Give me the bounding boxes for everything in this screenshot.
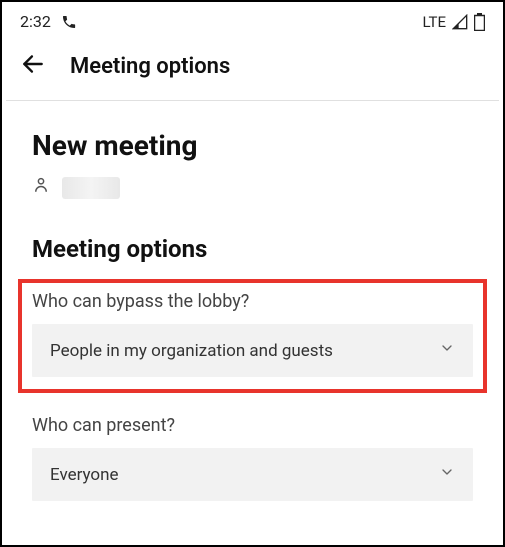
back-button[interactable] bbox=[20, 51, 46, 82]
bypass-lobby-block: Who can bypass the lobby? People in my o… bbox=[18, 279, 487, 393]
present-dropdown[interactable]: Everyone bbox=[32, 448, 473, 501]
call-icon bbox=[61, 14, 77, 30]
content: New meeting Meeting options Who can bypa… bbox=[2, 101, 503, 509]
status-left: 2:32 bbox=[20, 12, 77, 31]
new-meeting-title: New meeting bbox=[32, 129, 473, 162]
bypass-lobby-selected: People in my organization and guests bbox=[50, 341, 333, 361]
status-right: LTE bbox=[422, 13, 485, 31]
organizer-name-placeholder bbox=[62, 177, 120, 199]
bypass-lobby-label: Who can bypass the lobby? bbox=[32, 291, 473, 312]
battery-icon bbox=[474, 13, 485, 31]
network-label: LTE bbox=[422, 13, 446, 31]
chevron-down-icon bbox=[439, 340, 455, 361]
header: Meeting options bbox=[2, 37, 503, 100]
header-title: Meeting options bbox=[70, 54, 230, 79]
person-icon bbox=[32, 176, 50, 199]
present-label: Who can present? bbox=[32, 415, 473, 436]
present-selected: Everyone bbox=[50, 465, 119, 485]
status-bar: 2:32 LTE bbox=[2, 2, 503, 37]
present-block: Who can present? Everyone bbox=[32, 407, 473, 509]
bypass-lobby-dropdown[interactable]: People in my organization and guests bbox=[32, 324, 473, 377]
status-time: 2:32 bbox=[20, 12, 51, 31]
meeting-options-title: Meeting options bbox=[32, 235, 473, 263]
signal-icon bbox=[452, 14, 468, 30]
organizer-row bbox=[32, 176, 473, 199]
chevron-down-icon bbox=[439, 464, 455, 485]
